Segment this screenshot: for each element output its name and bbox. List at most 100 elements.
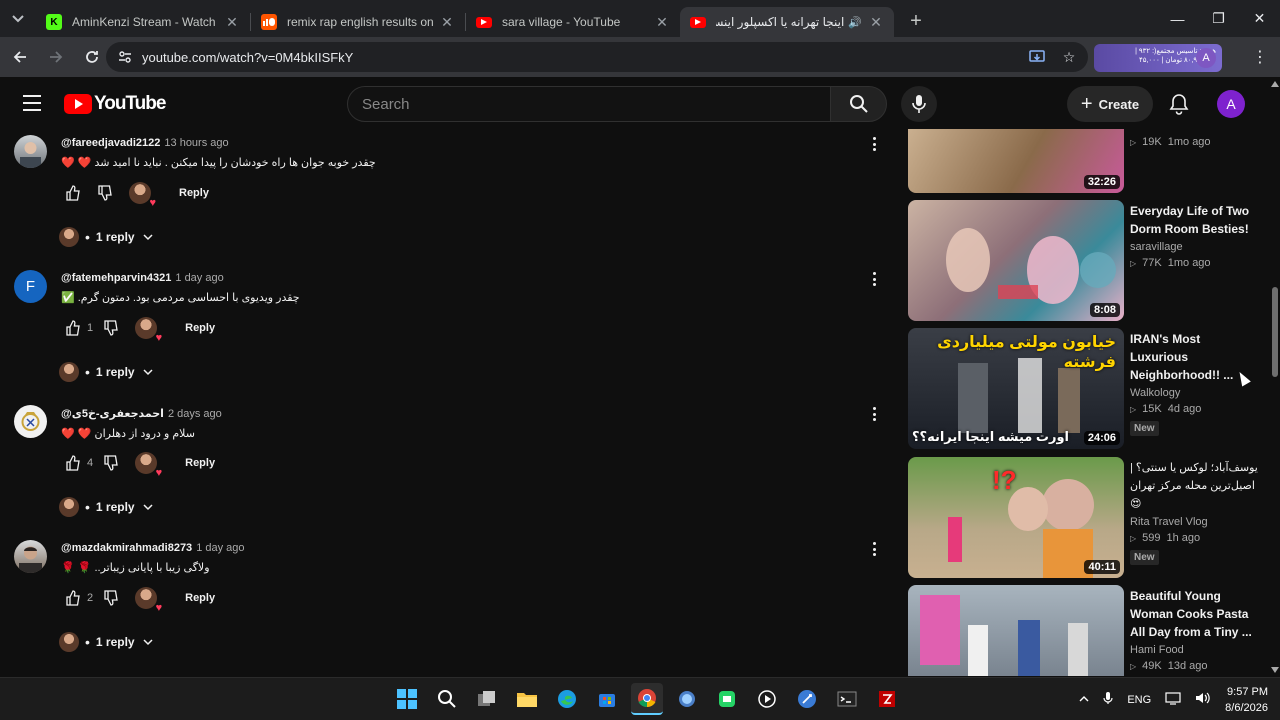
language-indicator[interactable]: ENG <box>1127 694 1151 706</box>
comment-menu-icon[interactable] <box>869 540 879 558</box>
comment-author[interactable]: @احمدجعفری-خ5ی <box>61 407 164 420</box>
windows-start-icon[interactable] <box>391 683 423 715</box>
taskbar-clock[interactable]: 9:57 PM 8/6/2026 <box>1225 684 1268 716</box>
speaker-icon[interactable]: 🔊 <box>848 16 862 29</box>
reply-button[interactable]: Reply <box>185 457 215 469</box>
filezilla-icon[interactable] <box>871 683 903 715</box>
profile-avatar[interactable]: A <box>1196 48 1216 68</box>
view-replies-button[interactable]: • 1 reply <box>59 495 153 519</box>
volume-icon[interactable] <box>1195 691 1211 708</box>
dislike-icon[interactable] <box>93 181 117 205</box>
commenter-avatar[interactable]: F <box>14 270 47 303</box>
new-tab-button[interactable]: + <box>902 8 930 36</box>
video-title[interactable]: Beautiful Young Woman Cooks Pasta All Da… <box>1130 587 1258 641</box>
video-thumbnail[interactable]: 32:26 <box>908 129 1124 193</box>
dislike-icon[interactable] <box>99 316 123 340</box>
address-bar[interactable]: youtube.com/watch?v=0M4bkIISFkY ☆ <box>106 42 1088 72</box>
view-replies-button[interactable]: • 1 reply <box>59 630 153 654</box>
reply-button[interactable]: Reply <box>185 322 215 334</box>
close-window-icon[interactable]: ✕ <box>1239 0 1280 37</box>
tab-3[interactable]: sara village - YouTube ✕ <box>466 7 680 37</box>
comment-author[interactable]: @fatemehparvin4321 <box>61 272 171 284</box>
close-icon[interactable]: ✕ <box>439 14 455 31</box>
channel-name[interactable]: Rita Travel Vlog <box>1130 516 1258 528</box>
video-thumbnail[interactable]: !? 40:11 <box>908 457 1124 578</box>
view-replies-button[interactable]: • 1 reply <box>59 360 153 384</box>
like-icon[interactable] <box>61 451 85 475</box>
file-explorer-icon[interactable] <box>511 683 543 715</box>
view-replies-button[interactable]: • 1 reply <box>59 225 153 249</box>
reply-button[interactable]: Reply <box>185 592 215 604</box>
site-info-icon[interactable] <box>116 48 134 66</box>
like-icon[interactable] <box>61 181 85 205</box>
tab-1[interactable]: K AminKenzi Stream - Watch Live ✕ <box>36 7 250 37</box>
install-app-icon[interactable] <box>1028 48 1046 66</box>
scroll-down-arrow[interactable] <box>1271 667 1279 673</box>
search-box[interactable] <box>347 86 831 122</box>
close-icon[interactable]: ✕ <box>654 14 670 31</box>
video-thumbnail[interactable]: خیابون مولتی میلیاردی فرشته اورت میشه ای… <box>908 328 1124 449</box>
commenter-avatar[interactable] <box>14 135 47 168</box>
channel-name[interactable]: Hami Food <box>1130 644 1258 656</box>
channel-name[interactable]: Walkology <box>1130 387 1258 399</box>
microsoft-store-icon[interactable] <box>591 683 623 715</box>
recommended-video[interactable]: 32:26 ▷ 19K 1mo ago <box>908 129 1263 194</box>
bookmark-star-icon[interactable]: ☆ <box>1060 48 1078 66</box>
media-player-icon[interactable] <box>751 683 783 715</box>
reload-icon[interactable] <box>76 41 108 73</box>
notifications-bell-icon[interactable] <box>1167 92 1191 116</box>
chevron-up-icon[interactable] <box>1079 694 1089 706</box>
create-button[interactable]: + Create <box>1067 86 1153 122</box>
task-view-icon[interactable] <box>471 683 503 715</box>
tab-2[interactable]: remix rap english results on So ✕ <box>251 7 465 37</box>
tab-4-active[interactable]: اینجا تهرانه یا اکسپلور اینستاگر 🔊 ✕ <box>680 7 894 37</box>
hamburger-menu-icon[interactable] <box>20 93 44 113</box>
channel-name[interactable]: saravillage <box>1130 241 1258 253</box>
recommended-video[interactable]: !? 40:11 یوسف‌آباد؛ لوکس یا سنتی؟ | اصیل… <box>908 457 1263 579</box>
whatsapp-icon[interactable] <box>711 683 743 715</box>
recommended-video[interactable]: 8:08 Everyday Life of Two Dorm Room Best… <box>908 200 1263 322</box>
search-icon[interactable] <box>431 683 463 715</box>
comment-time[interactable]: 1 day ago <box>175 272 223 284</box>
globe-app-icon[interactable] <box>671 683 703 715</box>
search-button[interactable] <box>830 86 887 122</box>
like-icon[interactable] <box>61 316 85 340</box>
voice-search-button[interactable] <box>901 86 937 122</box>
forward-arrow-icon[interactable] <box>40 41 72 73</box>
browser-menu-icon[interactable]: ⋮ <box>1250 47 1270 67</box>
scroll-up-arrow[interactable] <box>1271 81 1279 87</box>
commenter-avatar[interactable] <box>14 540 47 573</box>
close-icon[interactable]: ✕ <box>868 14 884 31</box>
search-input[interactable] <box>362 95 830 113</box>
recommended-video[interactable]: خیابون مولتی میلیاردی فرشته اورت میشه ای… <box>908 328 1263 450</box>
comment-menu-icon[interactable] <box>869 270 879 288</box>
comment-author[interactable]: @mazdakmirahmadi8273 <box>61 542 192 554</box>
video-thumbnail[interactable]: 8:08 <box>908 200 1124 321</box>
network-icon[interactable] <box>1165 691 1181 708</box>
video-title[interactable]: Everyday Life of Two Dorm Room Besties! <box>1130 202 1258 238</box>
comment-time[interactable]: 2 days ago <box>168 408 222 420</box>
microphone-icon[interactable] <box>1103 691 1113 708</box>
youtube-logo[interactable]: YouTube <box>64 93 166 115</box>
recommended-video[interactable]: Beautiful Young Woman Cooks Pasta All Da… <box>908 585 1263 676</box>
dislike-icon[interactable] <box>99 451 123 475</box>
maximize-icon[interactable]: ❐ <box>1198 0 1239 37</box>
back-arrow-icon[interactable] <box>4 41 36 73</box>
close-icon[interactable]: ✕ <box>224 14 240 31</box>
comment-menu-icon[interactable] <box>869 135 879 153</box>
terminal-icon[interactable] <box>831 683 863 715</box>
video-title[interactable]: یوسف‌آباد؛ لوکس یا سنتی؟ | اصیل‌ترین محل… <box>1130 459 1258 513</box>
minimize-icon[interactable]: — <box>1157 0 1198 37</box>
editor-app-icon[interactable] <box>791 683 823 715</box>
video-thumbnail[interactable] <box>908 585 1124 676</box>
extension-banner[interactable]: هدف: تاسیس مجتمع(: ۹۳۲ | ۸۰,۹۷۰۰۰۰ تومان… <box>1094 44 1222 72</box>
account-avatar[interactable]: A <box>1217 90 1245 118</box>
tab-search-icon[interactable] <box>0 0 36 37</box>
comment-time[interactable]: 1 day ago <box>196 542 244 554</box>
like-icon[interactable] <box>61 586 85 610</box>
comment-menu-icon[interactable] <box>869 405 879 423</box>
dislike-icon[interactable] <box>99 586 123 610</box>
page-scrollbar[interactable] <box>1270 77 1280 677</box>
commenter-avatar[interactable] <box>14 405 47 438</box>
edge-browser-icon[interactable] <box>551 683 583 715</box>
